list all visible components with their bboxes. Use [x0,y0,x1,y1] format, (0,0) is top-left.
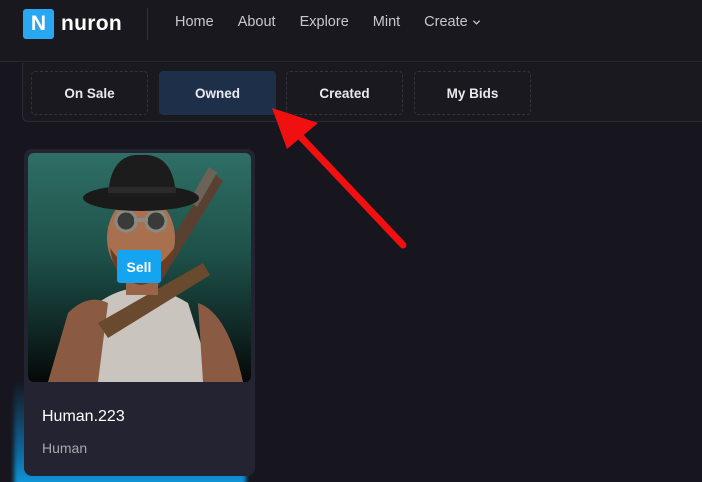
profile-tabs: On Sale Owned Created My Bids [22,63,702,122]
nav-mint[interactable]: Mint [373,14,400,30]
nft-card[interactable] [24,149,255,476]
tab-on-sale-label: On Sale [64,85,115,101]
top-navbar: N nuron Home About Explore Mint Create [0,0,702,62]
nav-explore[interactable]: Explore [300,14,349,30]
nav-about[interactable]: About [238,14,276,30]
nav-about-label: About [237,14,276,30]
nft-collection: Human [42,440,88,456]
logo-text: nuron [61,12,122,35]
nav-create-label: Create [424,14,468,30]
main-nav: Home About Explore Mint Create [175,14,505,30]
nav-home-label: Home [175,14,214,30]
logo[interactable]: N nuron [23,9,122,39]
chevron-down-icon [472,19,480,25]
nav-explore-label: Explore [299,14,349,30]
sell-button[interactable]: Sell [117,250,161,283]
tab-created[interactable]: Created [286,71,403,115]
nav-divider [147,8,148,40]
nav-create[interactable]: Create [424,14,481,30]
nav-mint-label: Mint [372,14,401,30]
tab-owned[interactable]: Owned [159,71,276,115]
logo-mark: N [23,9,54,39]
tab-on-sale[interactable]: On Sale [31,71,148,115]
tab-owned-label: Owned [194,85,240,101]
tab-my-bids[interactable]: My Bids [414,71,531,115]
nft-title[interactable]: Human.223 [42,408,125,426]
tab-created-label: Created [319,85,370,101]
tab-my-bids-label: My Bids [446,85,499,101]
nav-home[interactable]: Home [175,14,214,30]
